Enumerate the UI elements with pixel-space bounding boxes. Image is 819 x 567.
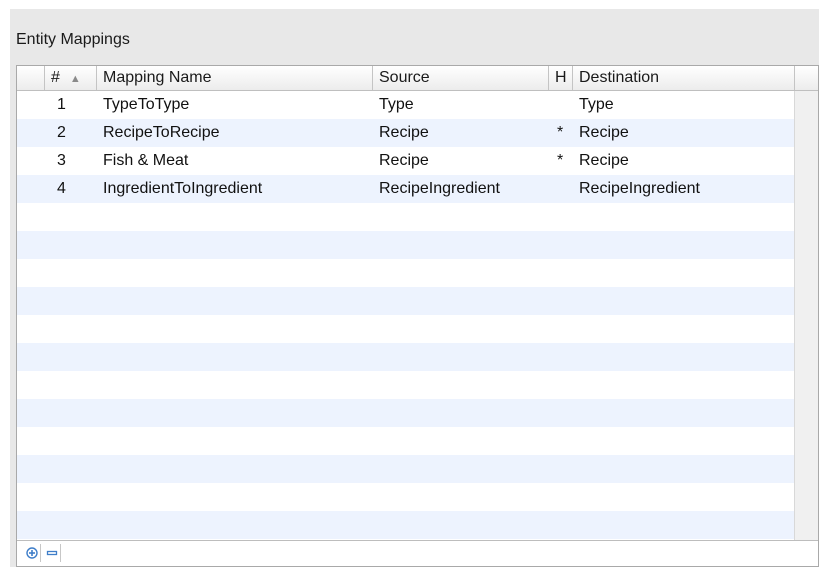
add-mapping-button[interactable] [23,544,41,562]
row-mapping-name: TypeToType [103,96,190,113]
minus-icon [46,550,57,556]
horizontal-scroll-area [63,545,791,561]
row-destination: Type [579,96,614,113]
column-header-number[interactable]: # ▲ [45,66,97,90]
row-mapping-name: Fish & Meat [103,152,189,169]
row-h-flag: * [557,124,564,141]
column-header-destination[interactable]: Destination [573,66,795,90]
empty-row [17,371,794,399]
empty-row [17,399,794,427]
row-source: RecipeIngredient [379,180,500,197]
row-number: 3 [57,152,66,169]
row-number: 1 [57,96,66,113]
column-header-number-label: # [51,69,60,86]
row-source: Type [379,96,414,113]
table-row[interactable]: 4 IngredientToIngredient RecipeIngredien… [17,175,794,203]
plus-icon [25,547,38,559]
column-header-mapping-name[interactable]: Mapping Name [97,66,373,90]
empty-row [17,427,794,455]
table-row[interactable]: 3 Fish & Meat Recipe * Recipe [17,147,794,175]
row-mapping-name: IngredientToIngredient [103,180,263,197]
column-header-h[interactable]: H [549,66,573,90]
entity-mappings-panel: Entity Mappings # ▲ Mapping Name Source H… [10,9,819,567]
row-source: Recipe [379,124,429,141]
empty-row [17,343,794,371]
empty-row [17,511,794,539]
table-row[interactable]: 1 TypeToType Type Type [17,91,794,119]
entity-mappings-table: # ▲ Mapping Name Source H Destination 1 T… [16,65,819,567]
empty-row [17,455,794,483]
table-row[interactable]: 2 RecipeToRecipe Recipe * Recipe [17,119,794,147]
sort-ascending-icon: ▲ [69,73,81,85]
header-spacer [17,66,45,90]
row-h-flag: * [557,152,564,169]
column-header-source[interactable]: Source [373,66,549,90]
empty-row [17,231,794,259]
row-number: 2 [57,124,66,141]
table-toolbar [17,540,818,566]
empty-row [17,259,794,287]
empty-row [17,315,794,343]
empty-row [17,287,794,315]
row-number: 4 [57,180,66,197]
panel-title: Entity Mappings [16,31,130,48]
vertical-scrollbar[interactable] [794,91,818,540]
empty-row [17,483,794,511]
row-destination: Recipe [579,152,629,169]
row-mapping-name: RecipeToRecipe [103,124,220,141]
row-source: Recipe [379,152,429,169]
remove-mapping-button[interactable] [43,544,61,562]
table-header: # ▲ Mapping Name Source H Destination [17,66,818,91]
row-destination: Recipe [579,124,629,141]
header-corner [795,66,818,90]
table-body: 1 TypeToType Type Type 2 RecipeToRecipe … [17,91,794,540]
row-destination: RecipeIngredient [579,180,700,197]
empty-row [17,203,794,231]
